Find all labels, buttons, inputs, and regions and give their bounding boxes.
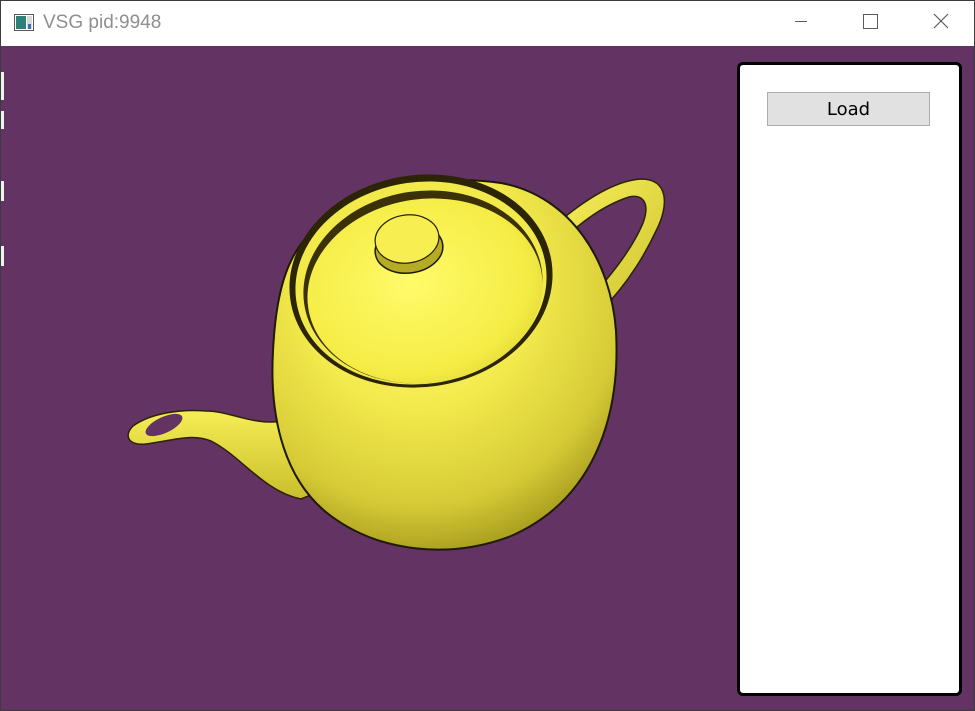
app-window: VSG pid:9948 Load bbox=[0, 0, 975, 711]
close-icon bbox=[933, 13, 949, 34]
app-window-icon bbox=[14, 14, 34, 31]
maximize-icon bbox=[862, 13, 878, 34]
close-button[interactable] bbox=[918, 1, 964, 46]
left-edge-strip bbox=[1, 46, 4, 710]
minimize-button[interactable] bbox=[778, 1, 824, 46]
control-panel: Load bbox=[737, 62, 962, 696]
minimize-icon bbox=[793, 13, 809, 34]
maximize-button[interactable] bbox=[847, 1, 893, 46]
load-button[interactable]: Load bbox=[767, 92, 930, 126]
window-title: VSG pid:9948 bbox=[43, 12, 162, 33]
title-bar[interactable]: VSG pid:9948 bbox=[1, 1, 974, 46]
3d-viewport[interactable]: Load bbox=[1, 46, 974, 710]
